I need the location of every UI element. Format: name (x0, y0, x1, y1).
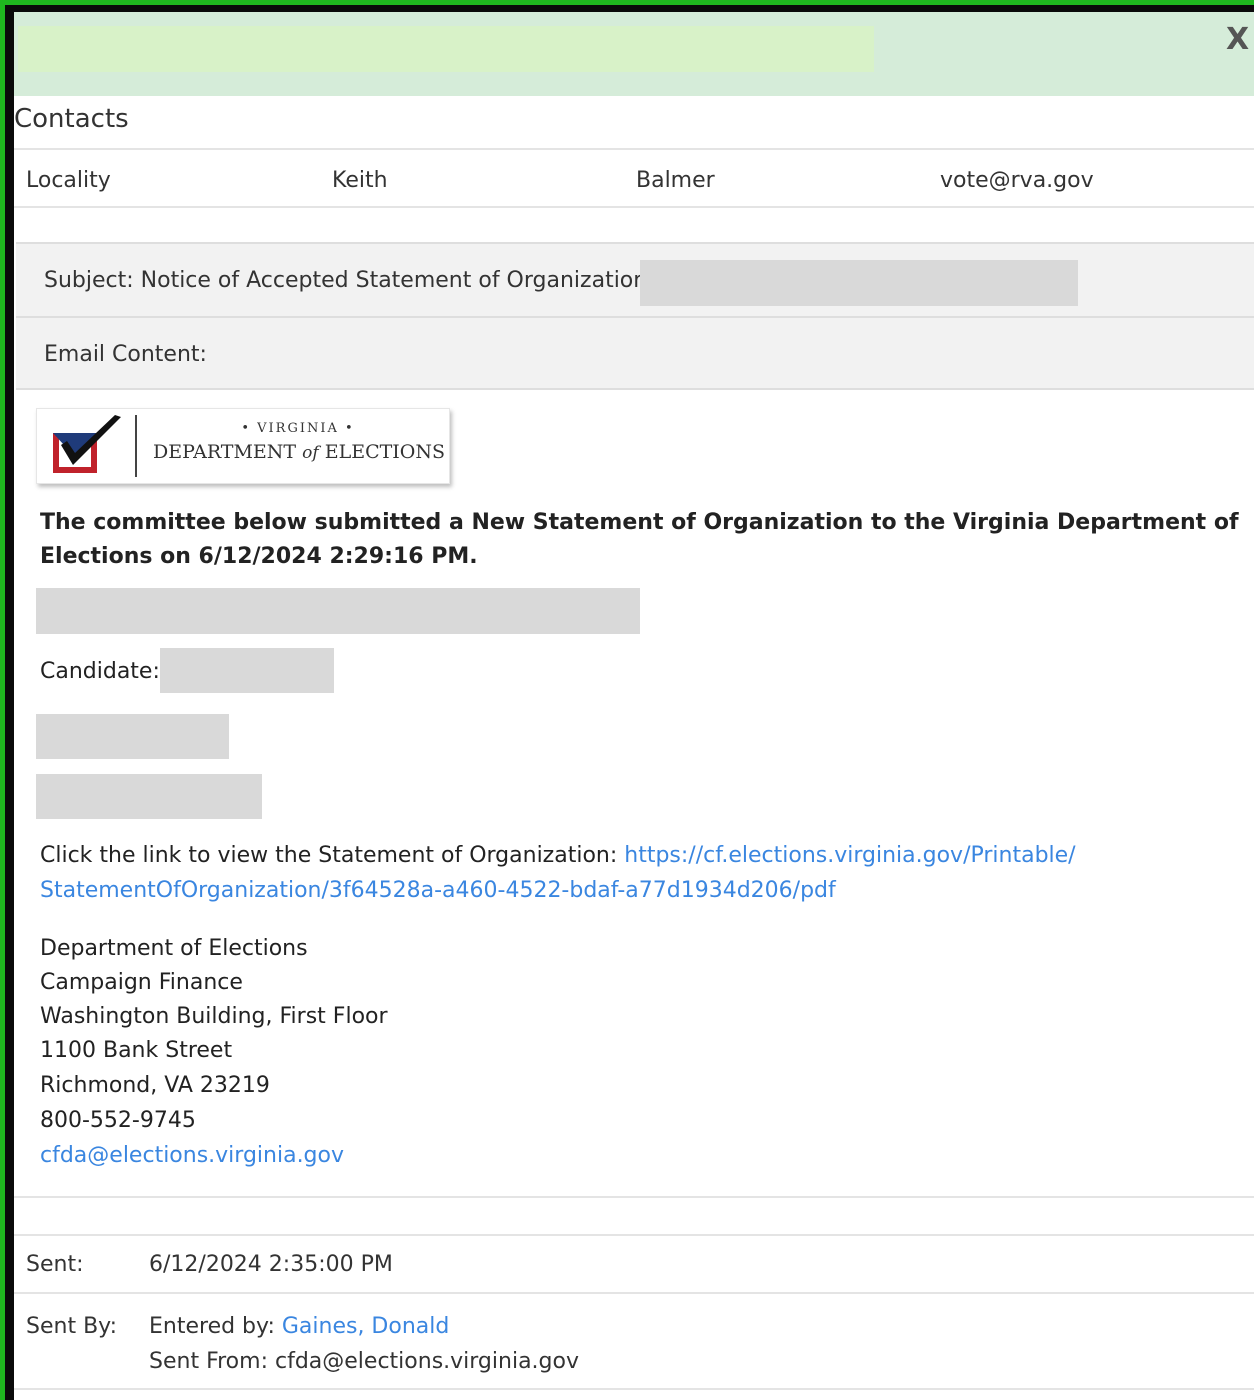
address-line: Campaign Finance (40, 970, 243, 995)
logo-divider (135, 415, 137, 477)
contact-last-name: Balmer (636, 168, 715, 193)
sent-from-label: Sent From: (149, 1349, 268, 1374)
address-line: Richmond, VA 23219 (40, 1073, 270, 1098)
contact-first-name: Keith (332, 168, 388, 193)
entered-by-line: Entered by: Gaines, Donald (149, 1314, 449, 1339)
link-intro-text: Click the link to view the Statement of … (40, 843, 618, 868)
subject-label: Subject: Notice of Accepted Statement of… (44, 268, 663, 293)
logo-department-text: DEPARTMENT of ELECTIONS (152, 441, 446, 463)
intro-line-2: Elections on 6/12/2024 2:29:16 PM. (40, 544, 478, 569)
entered-by-user-link[interactable]: Gaines, Donald (282, 1314, 449, 1339)
contact-email-link[interactable]: cfda@elections.virginia.gov (40, 1143, 344, 1168)
candidate-name-redacted (160, 648, 334, 693)
sent-value: 6/12/2024 2:35:00 PM (149, 1252, 393, 1277)
contact-email: vote@rva.gov (940, 168, 1094, 193)
sent-by-label: Sent By: (26, 1314, 117, 1339)
contact-type: Locality (26, 168, 111, 193)
email-content-bar: Email Content: (16, 316, 1254, 390)
divider (14, 1234, 1254, 1236)
close-button[interactable]: X (1226, 20, 1254, 60)
statement-link[interactable]: https://cf.elections.virginia.gov/Printa… (624, 843, 1075, 868)
email-content-label: Email Content: (44, 342, 207, 367)
address-line: Department of Elections (40, 936, 308, 961)
committee-detail-redacted (36, 714, 229, 759)
address-line: Washington Building, First Floor (40, 1004, 388, 1029)
logo-state-text: • VIRGINIA • (241, 421, 355, 436)
sent-from-line: Sent From: cfda@elections.virginia.gov (149, 1349, 579, 1374)
dialog-title-redacted (18, 26, 874, 72)
sent-from-value: cfda@elections.virginia.gov (274, 1349, 579, 1374)
department-of-elections-logo: • VIRGINIA • DEPARTMENT of ELECTIONS (36, 408, 450, 484)
dialog-title-bar: X (14, 12, 1254, 96)
committee-detail-redacted (36, 774, 262, 819)
address-line: 1100 Bank Street (40, 1038, 233, 1063)
statement-link-line-1: Click the link to view the Statement of … (40, 843, 1076, 868)
divider (14, 1388, 1254, 1390)
candidate-label: Candidate: (40, 659, 160, 684)
divider (14, 206, 1254, 208)
subject-redacted (640, 260, 1078, 306)
divider (14, 1196, 1254, 1198)
committee-name-redacted (36, 588, 640, 634)
ballot-checkmark-icon (53, 415, 121, 473)
contacts-heading: Contacts (14, 104, 129, 134)
sent-label: Sent: (26, 1252, 84, 1277)
statement-link-continued[interactable]: StatementOfOrganization/3f64528a-a460-45… (40, 878, 836, 903)
phone-number: 800-552-9745 (40, 1108, 196, 1133)
entered-by-label: Entered by: (149, 1314, 275, 1339)
divider (14, 148, 1254, 150)
divider (14, 1292, 1254, 1294)
intro-line-1: The committee below submitted a New Stat… (40, 510, 1239, 535)
email-detail-dialog: X Contacts Locality Keith Balmer vote@rv… (14, 12, 1254, 1400)
